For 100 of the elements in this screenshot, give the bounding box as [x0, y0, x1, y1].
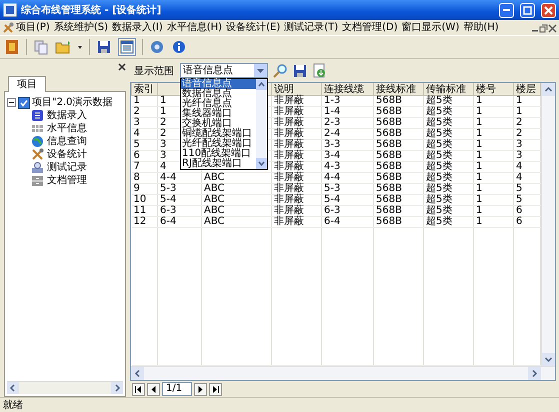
scroll-right-icon[interactable]	[528, 367, 541, 380]
save-icon[interactable]	[292, 62, 308, 78]
vertical-scrollbar[interactable]	[541, 83, 555, 366]
window-title: 综合布线管理系统 - [设备统计]	[21, 4, 162, 17]
table-cell: 1	[132, 96, 158, 106]
menu-item[interactable]: 帮助(H)	[461, 20, 501, 34]
column-header[interactable]: 索引	[132, 83, 158, 96]
table-cell: 568B	[374, 118, 424, 128]
column-header[interactable]: 楼层	[514, 83, 540, 96]
close-icon[interactable]	[118, 63, 126, 71]
column-header[interactable]: 楼号	[474, 83, 514, 96]
dropdown-option[interactable]: 铜缆配线架端口	[181, 129, 256, 139]
table-cell: 3	[132, 118, 158, 128]
tree-item[interactable]: 项目"2.0演示数据	[32, 96, 113, 108]
table-cell: 非屏蔽	[272, 140, 322, 150]
table-cell: 超5类	[424, 206, 474, 216]
table-cell: 非屏蔽	[272, 96, 322, 106]
project-icon[interactable]	[4, 39, 20, 55]
table-cell: 非屏蔽	[272, 150, 322, 162]
table-cell: 2-3	[322, 118, 374, 128]
table-cell: 2	[132, 106, 158, 118]
menu-item[interactable]: 测试记录(T)	[282, 20, 340, 34]
column-header[interactable]: 连接线缆	[322, 83, 374, 96]
tree-item[interactable]: 数据录入	[47, 110, 87, 122]
menu-item[interactable]: 文档管理(D)	[340, 20, 400, 34]
dropdown-option[interactable]: 交换机端口	[181, 119, 256, 129]
horizontal-scrollbar[interactable]	[7, 381, 123, 394]
vertical-scrollbar[interactable]	[256, 79, 267, 169]
close-icon[interactable]	[548, 22, 557, 32]
scroll-down-icon[interactable]	[542, 353, 555, 366]
column-header[interactable]: 传输标准	[424, 83, 474, 96]
table-cell: 非屏蔽	[272, 184, 322, 194]
table-cell: 3-3	[322, 140, 374, 150]
table-cell: 568B	[374, 216, 424, 228]
table-cell: 7	[132, 162, 158, 172]
next-page-icon	[196, 384, 205, 394]
table-cell: 5-4	[158, 194, 202, 206]
table-cell: 超5类	[424, 128, 474, 140]
page-field[interactable]: 1/1	[162, 382, 192, 396]
menu-item[interactable]: 水平信息(H)	[164, 20, 224, 34]
table-cell: 1	[474, 194, 514, 206]
save-icon[interactable]	[96, 39, 112, 55]
menu-item[interactable]: 系统维护(S)	[52, 20, 110, 34]
collapse-icon[interactable]	[7, 98, 16, 107]
column-header[interactable]: 接线标准	[374, 83, 424, 96]
tree-item[interactable]: 文档管理	[47, 174, 87, 186]
table-cell: 11	[132, 206, 158, 216]
previous-page-button[interactable]	[147, 382, 160, 396]
menu-item[interactable]: 项目(P)	[14, 20, 52, 34]
first-page-button[interactable]	[132, 382, 145, 396]
horizontal-scrollbar[interactable]	[131, 366, 555, 380]
next-page-button[interactable]	[194, 382, 207, 396]
table-cell: 超5类	[424, 216, 474, 228]
list-view-icon[interactable]	[118, 38, 136, 56]
menu-item[interactable]: 数据录入(I)	[110, 20, 165, 34]
sidebar-tab[interactable]: 项目	[8, 76, 46, 92]
dropdown-option[interactable]: RJ配线架端口	[181, 159, 256, 169]
table-cell: ABC	[202, 172, 272, 184]
maximize-button[interactable]	[520, 2, 535, 18]
menu-item[interactable]: 设备统计(E)	[224, 20, 282, 34]
minimize-button[interactable]	[499, 2, 514, 18]
scroll-up-icon[interactable]	[542, 83, 555, 96]
dropdown-option[interactable]: 语音信息点	[181, 79, 256, 89]
search-icon[interactable]	[272, 62, 288, 78]
last-page-button[interactable]	[209, 382, 222, 396]
scroll-left-icon[interactable]	[131, 367, 144, 380]
column-header[interactable]: 说明	[272, 83, 322, 96]
tree-item[interactable]: 水平信息	[47, 122, 87, 134]
scroll-left-icon[interactable]	[7, 382, 19, 394]
dropdown-option[interactable]: 集线器端口	[181, 109, 256, 119]
folder-icon[interactable]	[55, 39, 71, 55]
tree-item[interactable]: 信息查询	[47, 136, 87, 148]
filter-label: 显示范围	[134, 64, 174, 78]
menu-item[interactable]: 窗口显示(W)	[400, 20, 462, 34]
restore-icon[interactable]	[539, 22, 548, 32]
table-cell: 非屏蔽	[272, 172, 322, 184]
scroll-right-icon[interactable]	[111, 382, 123, 394]
close-button[interactable]	[541, 2, 556, 18]
tree-item[interactable]: 测试记录	[47, 162, 87, 174]
range-dropdown[interactable]: 语音信息点	[180, 63, 268, 78]
tools-icon	[31, 148, 44, 161]
gear-icon[interactable]	[149, 39, 165, 55]
info-icon[interactable]	[171, 39, 187, 55]
tree-item[interactable]: 设备统计	[47, 148, 87, 160]
table-cell: 1	[474, 118, 514, 128]
dropdown-option[interactable]: 110配线架端口	[181, 149, 256, 159]
table-cell: 6-4	[322, 216, 374, 228]
table-cell: 1	[474, 206, 514, 216]
dropdown-option[interactable]: 数据信息点	[181, 89, 256, 99]
table-cell: 568B	[374, 96, 424, 106]
scroll-up-icon[interactable]	[256, 79, 267, 90]
dropdown-option[interactable]: 光纤配线架端口	[181, 139, 256, 149]
copy-icon[interactable]	[33, 39, 49, 55]
dropdown-option[interactable]: 光纤信息点	[181, 99, 256, 109]
checkbox[interactable]	[18, 96, 30, 108]
app-icon	[3, 3, 17, 17]
table-cell: 6-3	[158, 206, 202, 216]
close-icon	[542, 4, 555, 16]
scroll-down-icon[interactable]	[256, 158, 267, 169]
export-icon[interactable]	[312, 62, 328, 78]
